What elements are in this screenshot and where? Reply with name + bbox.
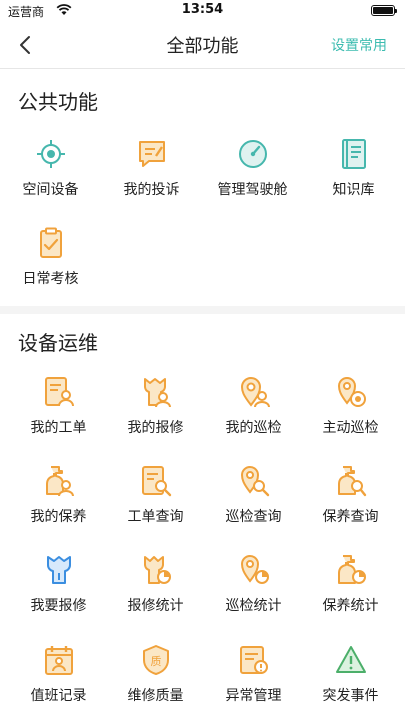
func-item-exception-mgmt[interactable]: 异常管理 xyxy=(203,643,304,705)
func-item-label: 我的投诉 xyxy=(123,182,180,198)
func-item-label: 异常管理 xyxy=(225,688,282,704)
func-item-label: 管理驾驶舱 xyxy=(217,182,288,198)
svg-text:质: 质 xyxy=(150,655,161,668)
func-item-label: 主动巡检 xyxy=(322,420,379,436)
func-item-label: 巡检统计 xyxy=(225,598,282,614)
active-inspection-icon xyxy=(337,377,366,407)
func-item-label: 巡检查询 xyxy=(225,509,282,525)
func-item-label: 工单查询 xyxy=(127,509,184,525)
battery-icon xyxy=(371,5,397,16)
wrench-icon xyxy=(46,556,71,584)
func-item-label: 突发事件 xyxy=(322,688,379,704)
nav-bar: 全部功能 设置常用 xyxy=(0,22,405,69)
func-item-emergency-event[interactable]: 突发事件 xyxy=(300,643,401,705)
warning-triangle-icon xyxy=(335,646,366,673)
dashboard-gauge-icon xyxy=(238,140,267,168)
quality-badge-icon: 质 xyxy=(142,645,169,675)
func-item-inspection-query[interactable]: 巡检查询 xyxy=(203,464,304,526)
func-item-label: 我的保养 xyxy=(30,509,87,525)
func-item-label: 知识库 xyxy=(332,182,375,198)
func-item-knowledge-base[interactable]: 知识库 xyxy=(303,137,404,199)
repair-stats-icon xyxy=(143,556,171,584)
func-item-my-inspection[interactable]: 我的巡检 xyxy=(203,375,304,437)
inspection-pin-icon xyxy=(240,377,270,408)
func-item-my-maintenance[interactable]: 我的保养 xyxy=(8,464,109,526)
repair-wrench-icon xyxy=(143,378,171,408)
func-item-label: 空间设备 xyxy=(22,182,79,198)
inspection-stats-icon xyxy=(240,555,269,584)
maintenance-search-icon xyxy=(337,466,366,497)
func-item-label: 保养统计 xyxy=(322,598,379,614)
func-item-label: 我的报修 xyxy=(127,420,184,436)
func-item-label: 维修质量 xyxy=(127,688,184,704)
func-item-label: 报修统计 xyxy=(127,598,184,614)
status-bar: 运营商 13:54 xyxy=(0,0,405,22)
func-item-label: 我要报修 xyxy=(30,598,87,614)
set-frequent-button[interactable]: 设置常用 xyxy=(331,35,387,55)
work-order-icon xyxy=(44,377,74,407)
func-item-label: 我的工单 xyxy=(30,420,87,436)
maintenance-stats-icon xyxy=(337,555,366,584)
func-item-dashboard[interactable]: 管理驾驶舱 xyxy=(202,137,303,199)
book-icon xyxy=(341,139,366,169)
func-item-daily-assessment[interactable]: 日常考核 xyxy=(0,226,101,288)
func-item-maintenance-query[interactable]: 保养查询 xyxy=(300,464,401,526)
func-item-inspection-stats[interactable]: 巡检统计 xyxy=(203,553,304,615)
order-search-icon xyxy=(141,466,171,497)
func-item-duty-record[interactable]: 值班记录 xyxy=(8,643,109,705)
exception-icon xyxy=(239,646,268,674)
func-item-repair-quality[interactable]: 质 维修质量 xyxy=(105,643,206,705)
func-item-active-inspection[interactable]: 主动巡检 xyxy=(300,375,401,437)
maintenance-bottle-icon xyxy=(45,466,74,497)
func-item-repair-stats[interactable]: 报修统计 xyxy=(105,553,206,615)
func-item-label: 值班记录 xyxy=(30,688,87,704)
section-divider xyxy=(0,306,405,314)
complaint-icon xyxy=(138,141,165,167)
section-title-device-ops: 设备运维 xyxy=(18,331,98,355)
func-item-label: 我的巡检 xyxy=(225,420,282,436)
duty-record-icon xyxy=(44,646,73,675)
func-item-my-complaint[interactable]: 我的投诉 xyxy=(101,137,202,199)
func-item-maintenance-stats[interactable]: 保养统计 xyxy=(300,553,401,615)
func-item-space-device[interactable]: 空间设备 xyxy=(0,137,101,199)
func-item-order-query[interactable]: 工单查询 xyxy=(105,464,206,526)
location-target-icon xyxy=(36,140,65,168)
inspection-search-icon xyxy=(240,466,269,497)
func-item-my-work-order[interactable]: 我的工单 xyxy=(8,375,109,437)
clipboard-check-icon xyxy=(39,227,62,258)
clock: 13:54 xyxy=(181,2,224,17)
func-item-label: 保养查询 xyxy=(322,509,379,525)
func-item-request-repair[interactable]: 我要报修 xyxy=(8,553,109,615)
func-item-my-repair[interactable]: 我的报修 xyxy=(105,375,206,437)
func-item-label: 日常考核 xyxy=(22,271,79,287)
section-title-public: 公共功能 xyxy=(18,90,98,114)
